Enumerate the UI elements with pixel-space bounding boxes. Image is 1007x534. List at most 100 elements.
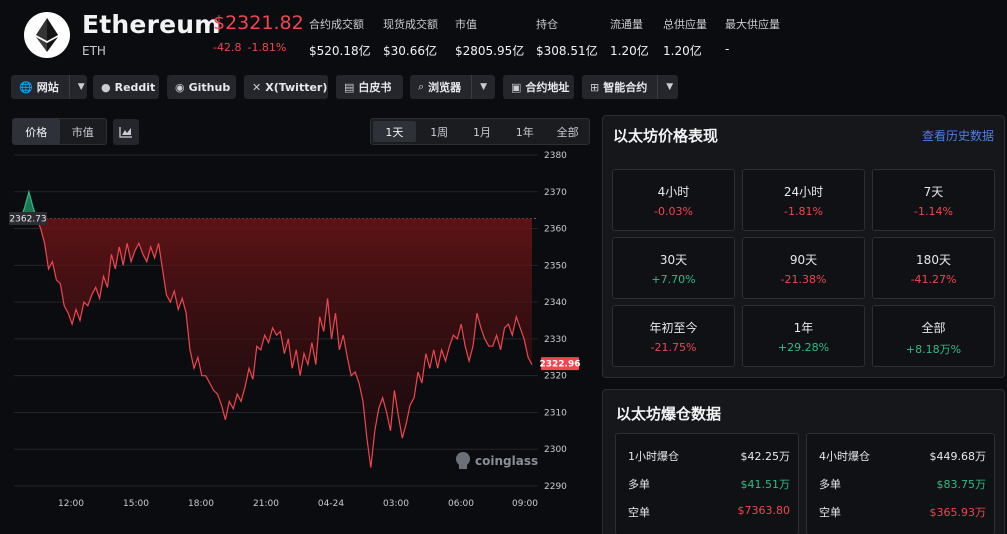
whitepaper-button[interactable]: ▤ 白皮书 xyxy=(336,75,403,99)
chart-area xyxy=(14,189,538,468)
range-all[interactable]: 全部 xyxy=(546,119,589,144)
liq-long-value: $83.75万 xyxy=(936,478,987,491)
chart-style-button[interactable] xyxy=(113,119,139,145)
smart-contract-button[interactable]: ⊞ 智能合约 ▼ xyxy=(582,75,678,99)
explorer-icon: ⌕ xyxy=(418,80,425,93)
liq-short-label: 空单 xyxy=(628,506,650,519)
reference-price-label: 2362.73 xyxy=(9,215,46,225)
twitter-button[interactable]: ✕ X(Twitter) xyxy=(244,75,328,99)
chevron-down-icon[interactable]: ▼ xyxy=(657,75,673,99)
stat-total-supply: 总供应量 1.20亿 xyxy=(663,16,707,59)
copy-icon: ▣ xyxy=(511,80,522,94)
performance-period: 24小时 xyxy=(783,185,824,199)
performance-cell: 年初至今 -21.75% xyxy=(612,305,735,367)
range-1y[interactable]: 1年 xyxy=(503,119,546,144)
performance-period: 30天 xyxy=(659,253,688,267)
liq-total: $449.68万 xyxy=(929,450,987,463)
stat-market-cap: 市值 $2805.95亿 xyxy=(455,16,524,59)
explorer-label: 浏览器 xyxy=(428,81,462,94)
performance-change: -21.75% xyxy=(650,341,697,354)
last-price-label: 2322.96 xyxy=(540,360,581,370)
stat-open-interest: 持仓 $308.51亿 xyxy=(536,16,598,59)
coinglass-watermark: coinglass xyxy=(456,452,538,469)
website-button[interactable]: 🌐 网站 ▼ xyxy=(11,75,87,99)
github-button[interactable]: ◉ Github xyxy=(167,75,236,99)
globe-icon: 🌐 xyxy=(19,80,33,94)
stat-label: 流通量 xyxy=(610,18,643,31)
area-chart-icon xyxy=(119,127,132,138)
coin-symbol: ETH xyxy=(82,44,106,58)
y-tick-label: 2350 xyxy=(544,261,567,271)
y-tick-label: 2380 xyxy=(544,151,567,161)
x-tick-label: 03:00 xyxy=(383,499,409,509)
x-tick-label: 15:00 xyxy=(123,499,149,509)
liq-short-value: $7363.80 xyxy=(737,504,791,517)
liquidation-4h-card: 4小时爆仓 $449.68万 多单 $83.75万 空单 $365.93万 xyxy=(806,433,995,534)
stat-value: 1.20亿 xyxy=(663,44,702,58)
stat-value: $520.18亿 xyxy=(309,44,371,58)
history-link[interactable]: 查看历史数据 xyxy=(922,127,994,144)
stat-max-supply: 最大供应量 - xyxy=(725,16,780,56)
liq-long-value: $41.51万 xyxy=(740,478,791,491)
liq-period: 1小时爆仓 xyxy=(628,450,679,463)
y-tick-label: 2300 xyxy=(544,445,567,455)
performance-cell: 1年 +29.28% xyxy=(742,305,865,367)
performance-period: 1年 xyxy=(793,321,814,335)
current-price: $2321.82 xyxy=(213,12,304,34)
x-tick-label: 21:00 xyxy=(253,499,279,509)
liquidation-title: 以太坊爆仓数据 xyxy=(616,405,722,423)
whitepaper-label: 白皮书 xyxy=(358,81,392,94)
liq-total: $42.25万 xyxy=(740,450,791,463)
performance-period: 4小时 xyxy=(657,185,690,199)
performance-change: -1.81% xyxy=(784,205,823,218)
performance-cell: 24小时 -1.81% xyxy=(742,169,865,231)
performance-cell: 30天 +7.70% xyxy=(612,237,735,299)
y-tick-label: 2290 xyxy=(544,482,567,492)
tab-market-cap[interactable]: 市值 xyxy=(60,119,107,144)
time-range-selector: 1天 1周 1月 1年 全部 xyxy=(370,118,590,145)
stat-futures-volume: 合约成交额 $520.18亿 xyxy=(309,16,371,59)
contract-address-button[interactable]: ▣ 合约地址 xyxy=(503,75,574,99)
reddit-button[interactable]: ● Reddit xyxy=(93,75,159,99)
performance-change: +29.28% xyxy=(777,341,830,354)
explorer-button[interactable]: ⌕ 浏览器 ▼ xyxy=(410,75,495,99)
performance-change: -41.27% xyxy=(910,273,957,286)
website-label: 网站 xyxy=(36,81,59,94)
chevron-down-icon[interactable]: ▼ xyxy=(471,75,487,99)
y-tick-label: 2330 xyxy=(544,335,567,345)
y-tick-label: 2340 xyxy=(544,298,567,308)
stat-label: 市值 xyxy=(455,18,477,31)
loss-area xyxy=(21,218,532,468)
performance-period: 年初至今 xyxy=(649,321,698,335)
document-icon: ▤ xyxy=(344,80,355,94)
stat-circulating-supply: 流通量 1.20亿 xyxy=(610,16,649,59)
contract-address-label: 合约地址 xyxy=(525,81,570,94)
range-1d[interactable]: 1天 xyxy=(373,121,416,142)
performance-period: 7天 xyxy=(923,185,944,199)
tab-price[interactable]: 价格 xyxy=(13,119,60,144)
range-1w[interactable]: 1周 xyxy=(418,119,461,144)
performance-period: 全部 xyxy=(921,321,946,335)
performance-period: 90天 xyxy=(789,253,818,267)
price-chart[interactable]: 2380 2370 2360 2350 2340 2330 2320 2310 2300 2290… xyxy=(0,147,590,534)
x-tick-label: 04-24 xyxy=(318,499,344,509)
performance-cell: 90天 -21.38% xyxy=(742,237,865,299)
performance-change: +7.70% xyxy=(651,273,696,286)
range-1m[interactable]: 1月 xyxy=(461,119,504,144)
stat-label: 最大供应量 xyxy=(725,18,780,31)
chevron-down-icon[interactable]: ▼ xyxy=(68,75,85,99)
performance-cell: 7天 -1.14% xyxy=(872,169,995,231)
y-tick-label: 2320 xyxy=(544,372,567,382)
performance-change: +8.18万% xyxy=(905,343,962,356)
x-icon: ✕ xyxy=(252,80,262,94)
x-axis: 12:00 15:00 18:00 21:00 04-24 03:00 06:00 09:00 xyxy=(58,499,538,509)
price-change: -42.8 -1.81% xyxy=(213,41,292,54)
stat-label: 合约成交额 xyxy=(309,18,364,31)
github-icon: ◉ xyxy=(175,80,185,94)
stat-label: 持仓 xyxy=(536,18,558,31)
reddit-label: Reddit xyxy=(114,80,156,94)
performance-cell: 4小时 -0.03% xyxy=(612,169,735,231)
stat-label: 总供应量 xyxy=(663,18,707,31)
reddit-icon: ● xyxy=(101,80,111,94)
performance-period: 180天 xyxy=(916,253,951,267)
